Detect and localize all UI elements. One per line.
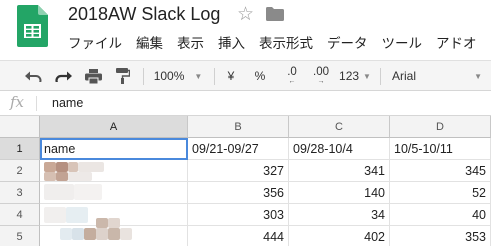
folder-icon[interactable] (266, 7, 284, 21)
row-header-2[interactable]: 2 (0, 160, 40, 182)
column-header-c[interactable]: C (289, 116, 390, 138)
cell-d3[interactable]: 52 (390, 182, 491, 204)
row-header-5[interactable]: 5 (0, 226, 40, 246)
cell-a1[interactable]: name (40, 138, 188, 160)
menu-bar: ファイル 編集 表示 挿入 表示形式 データ ツール アドオ (68, 32, 477, 52)
toolbar-separator (214, 68, 215, 85)
increase-decimal-button[interactable]: .00 → (308, 61, 334, 91)
paint-format-icon (116, 68, 130, 84)
dropdown-arrow-icon: ▼ (474, 71, 482, 81)
cell-d5[interactable]: 353 (390, 226, 491, 246)
row-header-3[interactable]: 3 (0, 182, 40, 204)
percent-format-button[interactable]: % (251, 61, 269, 91)
row-header-4[interactable]: 4 (0, 204, 40, 226)
title-bar: 2018AW Slack Log ☆ ファイル 編集 表示 挿入 表示形式 デー… (0, 0, 491, 60)
arrow-right-icon: → (317, 78, 325, 85)
cell-b1[interactable]: 09/21-09/27 (188, 138, 289, 160)
redo-icon (54, 71, 72, 82)
font-family-select[interactable]: Arial ▼ (390, 61, 482, 91)
menu-format[interactable]: 表示形式 (259, 32, 313, 52)
menu-data[interactable]: データ (327, 32, 368, 52)
star-icon[interactable]: ☆ (237, 3, 254, 26)
menu-tools[interactable]: ツール (382, 32, 423, 52)
redo-button[interactable] (50, 61, 76, 91)
column-header-a[interactable]: A (40, 116, 188, 138)
menu-file[interactable]: ファイル (68, 32, 122, 52)
print-icon (84, 68, 102, 84)
cell-b2[interactable]: 327 (188, 160, 289, 182)
menu-addons[interactable]: アドオ (436, 32, 477, 52)
menu-edit[interactable]: 編集 (136, 32, 163, 52)
zoom-value: 100% (153, 69, 185, 83)
toolbar-separator (380, 68, 381, 85)
undo-icon (24, 71, 41, 82)
cell-b4[interactable]: 303 (188, 204, 289, 226)
decrease-decimal-button[interactable]: .0 ← (280, 61, 304, 91)
column-header-d[interactable]: D (390, 116, 491, 138)
cell-d4[interactable]: 40 (390, 204, 491, 226)
cell-c1[interactable]: 09/28-10/4 (289, 138, 390, 160)
sheets-logo-icon[interactable] (17, 5, 48, 47)
cell-c4[interactable]: 34 (289, 204, 390, 226)
formula-bar: fx name (0, 91, 491, 116)
cell-b3[interactable]: 356 (188, 182, 289, 204)
menu-view[interactable]: 表示 (177, 32, 204, 52)
cell-c5[interactable]: 402 (289, 226, 390, 246)
menu-insert[interactable]: 挿入 (218, 32, 245, 52)
select-all-corner[interactable] (0, 116, 40, 138)
cell-d2[interactable]: 345 (390, 160, 491, 182)
dropdown-arrow-icon: ▼ (194, 71, 203, 81)
column-header-b[interactable]: B (188, 116, 289, 138)
toolbar-separator (143, 68, 144, 85)
formula-input[interactable]: name (52, 96, 83, 110)
undo-button[interactable] (20, 61, 46, 91)
currency-format-button[interactable]: ¥ (222, 61, 240, 91)
cell-b5[interactable]: 444 (188, 226, 289, 246)
cell-d1[interactable]: 10/5-10/11 (390, 138, 491, 160)
arrow-left-icon: ← (288, 78, 296, 85)
spreadsheet-grid: A B C D 1 2 3 4 5 name 09/21-09/27 09/28… (0, 116, 491, 246)
dropdown-arrow-icon: ▼ (363, 71, 371, 81)
number-format-select[interactable]: 123 ▼ (338, 61, 372, 91)
paint-format-button[interactable] (110, 61, 136, 91)
zoom-select[interactable]: 100% ▼ (150, 61, 206, 91)
cell-c3[interactable]: 140 (289, 182, 390, 204)
formula-separator (36, 96, 37, 111)
print-button[interactable] (80, 61, 106, 91)
toolbar: 100% ▼ ¥ % .0 ← .00 → 123 ▼ Arial ▼ (0, 60, 491, 91)
cell-c2[interactable]: 341 (289, 160, 390, 182)
fx-icon: fx (10, 93, 25, 111)
document-title[interactable]: 2018AW Slack Log (68, 4, 220, 25)
row-header-1[interactable]: 1 (0, 138, 40, 160)
